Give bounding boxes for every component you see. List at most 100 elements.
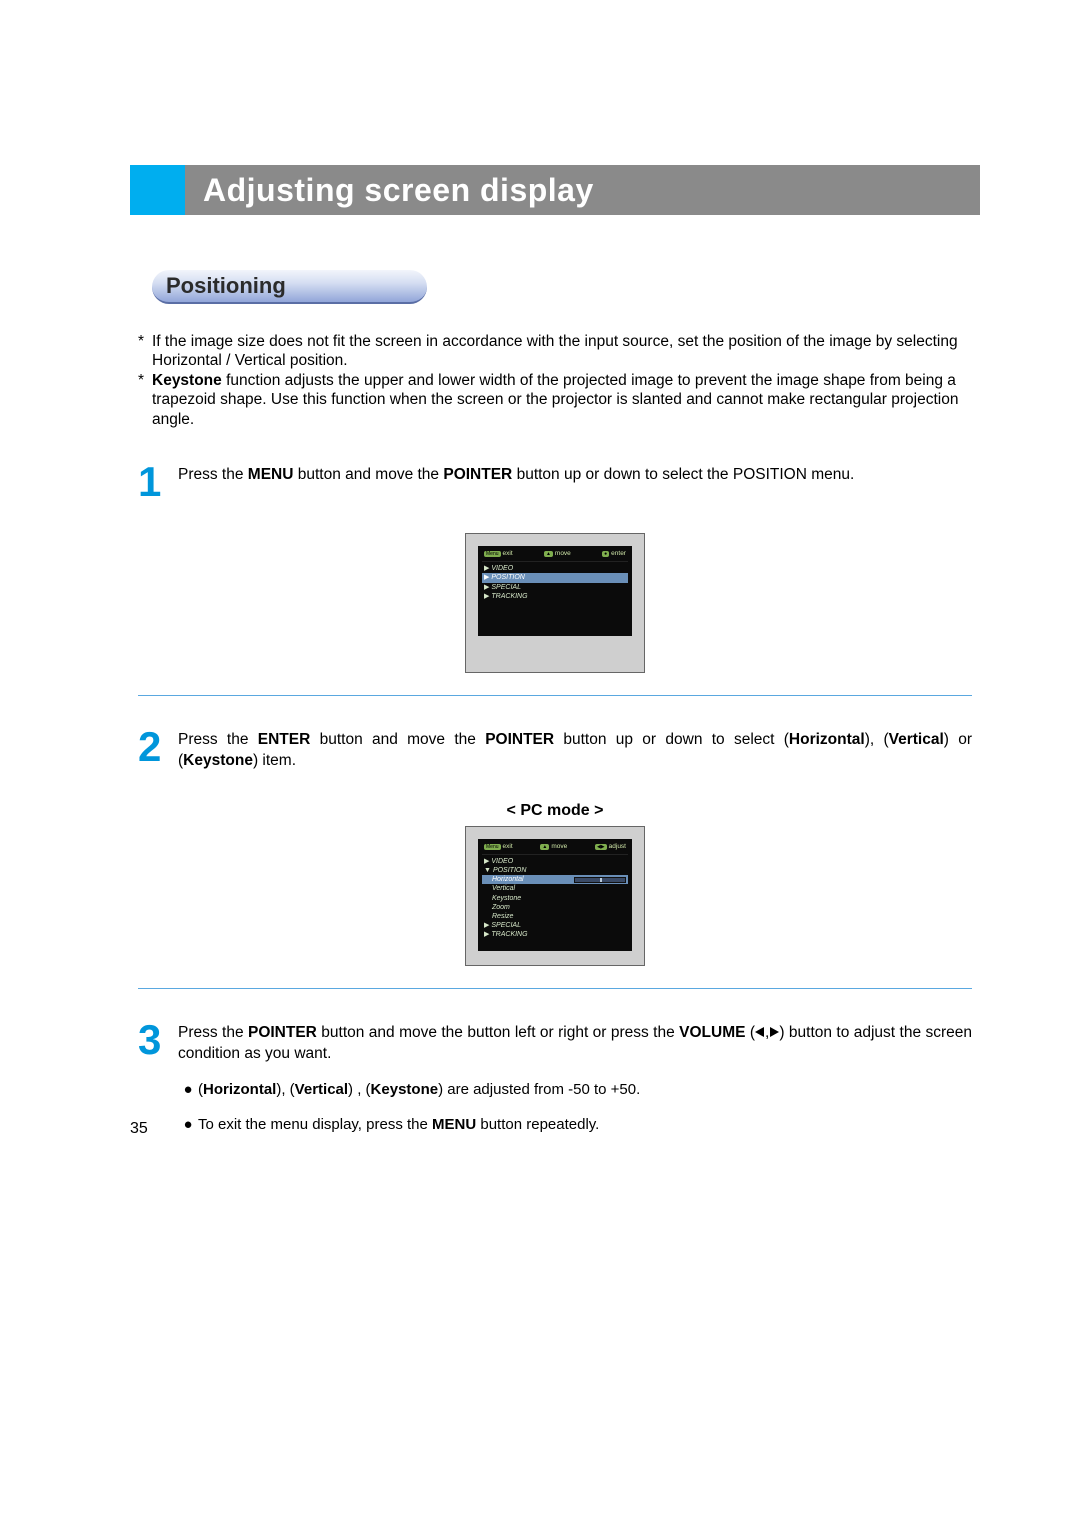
osd-item: ▶TRACKING [482,592,628,601]
tri-right-icon: ▶ [484,858,489,865]
hint-adjust: adjust [609,843,626,850]
step-body: Press the POINTER button and move the bu… [178,1017,972,1149]
section-divider [138,988,972,989]
arrow-left-icon [755,1027,764,1037]
section-heading-pill: Positioning [152,270,427,304]
tri-right-icon: ▶ [484,593,489,600]
osd-label: POSITION [491,573,524,582]
tri-right-icon: ▶ [484,565,489,572]
volume-bold: VOLUME [679,1024,745,1041]
bullet-icon: ● [178,1079,198,1100]
t: button repeatedly. [476,1116,599,1133]
osd-label: SPECIAL [491,584,521,591]
step-number: 1 [138,459,178,503]
title-bar: Adjusting screen display [130,165,980,215]
pointer-bold: POINTER [443,466,512,483]
tri-right-icon: ▶ [484,573,489,582]
hint-exit: exit [503,843,513,850]
tri-right-icon: ▶ [484,931,489,938]
t: ) item. [253,752,296,769]
enter-key-icon: ● [602,551,609,558]
bullet-text: To exit the menu display, press the MENU… [198,1114,599,1135]
t: Press the [178,466,248,483]
osd-sub-item: Resize [482,912,628,921]
step-3: 3 Press the POINTER button and move the … [138,1017,972,1149]
section-divider [138,695,972,696]
updown-key-icon: ▲ [540,844,549,851]
enter-bold: ENTER [258,731,311,748]
section-heading: Positioning [166,273,286,299]
osd-label: VIDEO [491,565,513,572]
horizontal-bold: Horizontal [789,731,865,748]
step-number: 2 [138,724,178,772]
tri-right-icon: ▶ [484,922,489,929]
bullet-text: (Horizontal), (Vertical) , (Keystone) ar… [198,1079,640,1100]
t: ), ( [276,1081,294,1098]
step-1: 1 Press the MENU button and move the POI… [138,459,972,503]
osd-item: ▶SPECIAL [482,583,628,592]
keystone-bold: Keystone [152,372,222,389]
osd-figure-1: Menuexit ▲move ●enter ▶VIDEO ▶POSITION ▶… [130,533,980,673]
t: button up or down to select ( [554,731,789,748]
intro-notes: * If the image size does not fit the scr… [138,332,972,429]
keystone-bold: Keystone [183,752,253,769]
bullet-row: ● (Horizontal), (Vertical) , (Keystone) … [178,1079,972,1100]
bullet-row: ● To exit the menu display, press the ME… [178,1114,972,1135]
t: ) are adjusted from -50 to +50. [438,1081,640,1098]
t: Press the [178,1024,248,1041]
osd-sub-selected: Horizontal [482,875,628,884]
osd-inner: Menuexit ▲move ◀▶adjust ▶VIDEO ▼POSITION… [478,839,632,951]
horizontal-bold: Horizontal [203,1081,276,1098]
page-number: 35 [130,1120,148,1138]
osd-label: SPECIAL [491,922,521,929]
bullet-icon: ● [178,1114,198,1135]
osd-screen: Menuexit ▲move ◀▶adjust ▶VIDEO ▼POSITION… [465,826,645,966]
t: button up or down to select the POSITION… [512,466,854,483]
t: button and move the [293,466,443,483]
osd-figure-2: < PC mode > Menuexit ▲move ◀▶adjust ▶VID… [130,802,980,966]
t: button and move the button left or right… [317,1024,679,1041]
step3-bullets: ● (Horizontal), (Vertical) , (Keystone) … [178,1079,972,1135]
title-accent-square [130,165,185,215]
vertical-bold: Vertical [889,731,944,748]
menu-bold: MENU [432,1116,476,1133]
osd-hint-bar: Menuexit ▲move ◀▶adjust [482,843,628,855]
pointer-bold: POINTER [485,731,554,748]
updown-key-icon: ▲ [544,551,553,558]
osd-item: ▶VIDEO [482,857,628,866]
osd-sub-item: Vertical [482,884,628,893]
osd-item-open: ▼POSITION [482,866,628,875]
note-text: If the image size does not fit the scree… [152,332,972,371]
osd-label: TRACKING [491,931,527,938]
menu-key-icon: Menu [484,551,501,558]
osd-label: TRACKING [491,593,527,600]
t: ( [745,1024,755,1041]
lr-key-icon: ◀▶ [595,844,607,851]
osd-item: ▶SPECIAL [482,921,628,930]
osd-item: ▶TRACKING [482,930,628,939]
step-2: 2 Press the ENTER button and move the PO… [138,724,972,772]
t: ), ( [865,731,889,748]
tri-right-icon: ▶ [484,584,489,591]
asterisk-icon: * [138,332,152,371]
osd-inner: Menuexit ▲move ●enter ▶VIDEO ▶POSITION ▶… [478,546,632,636]
note-text: Keystone function adjusts the upper and … [152,371,972,429]
pointer-bold: POINTER [248,1024,317,1041]
osd-screen: Menuexit ▲move ●enter ▶VIDEO ▶POSITION ▶… [465,533,645,673]
keystone-bold: Keystone [371,1081,439,1098]
osd-item: ▶VIDEO [482,564,628,573]
osd-label: POSITION [493,867,526,874]
osd-item-selected: ▶POSITION [482,573,628,582]
t: button and move the [310,731,485,748]
tri-down-icon: ▼ [484,867,491,874]
step-body: Press the ENTER button and move the POIN… [178,724,972,772]
osd-label: Horizontal [492,875,524,884]
note2-rest: function adjusts the upper and lower wid… [152,372,958,428]
t: ) , ( [348,1081,371,1098]
vertical-bold: Vertical [295,1081,348,1098]
osd-sub-item: Keystone [482,894,628,903]
menu-bold: MENU [248,466,294,483]
slider-icon [574,877,626,883]
hint-enter: enter [611,550,626,557]
hint-move: move [551,843,567,850]
